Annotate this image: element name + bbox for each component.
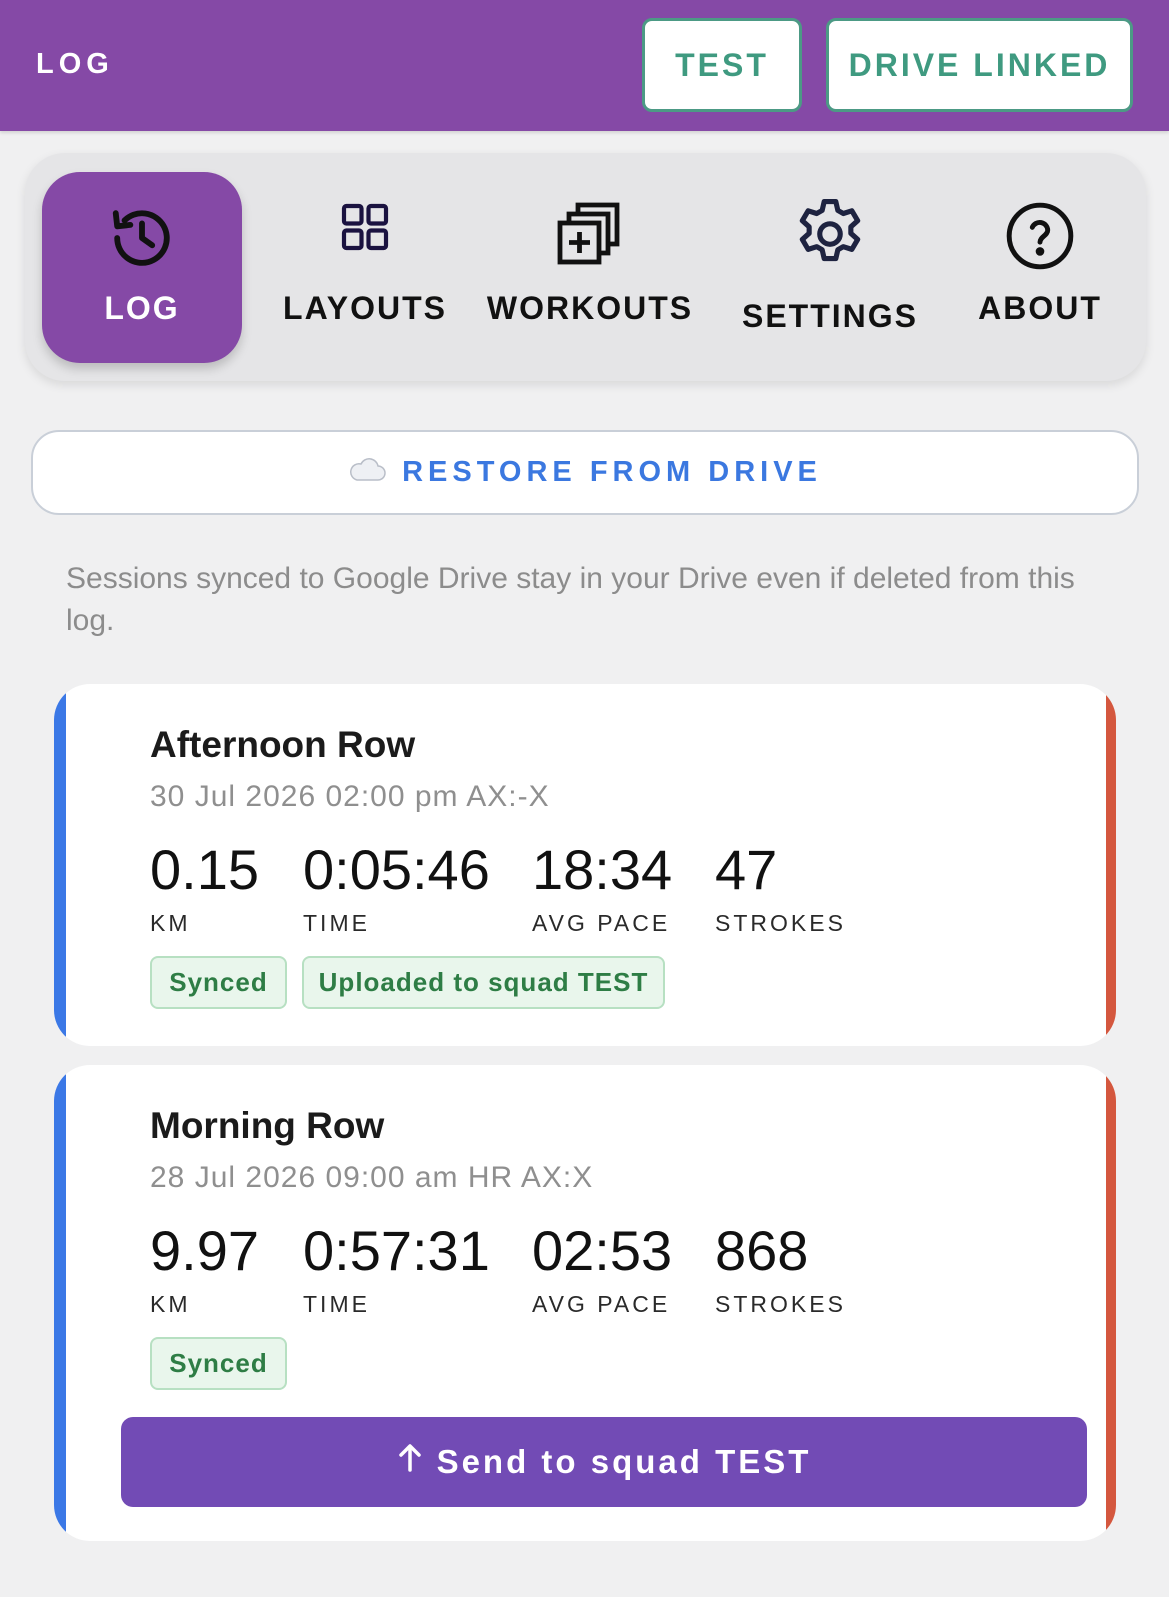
stat-strokes: 868 STROKES [715, 1221, 846, 1318]
stat-value: 868 [715, 1219, 809, 1282]
restore-label: RESTORE FROM DRIVE [402, 456, 822, 488]
stat-value: 0:57:31 [303, 1219, 490, 1282]
stat-label: AVG PACE [532, 910, 671, 936]
tab-about[interactable]: ABOUT [955, 153, 1125, 381]
stat-distance: 0.15 KM [150, 840, 259, 937]
tab-bar: LOG LAYOUTS WORKOUTS SETTINGS ABOUT [25, 153, 1146, 381]
stat-value: 0:05:46 [303, 838, 490, 901]
drive-info-text: Sessions synced to Google Drive stay in … [66, 562, 1075, 637]
help-circle-icon [1003, 199, 1077, 278]
test-squad-button[interactable]: TEST [642, 18, 802, 112]
tab-settings[interactable]: SETTINGS [725, 153, 935, 381]
send-button-label: Send to squad TEST [436, 1443, 812, 1480]
session-card-body: Morning Row 28 Jul 2026 09:00 am HR AX:X… [67, 1065, 1104, 1541]
stat-value: 47 [715, 838, 778, 901]
send-to-squad-button[interactable]: Send to squad TEST [121, 1417, 1087, 1507]
session-card[interactable]: Afternoon Row 30 Jul 2026 02:00 pm AX:-X… [54, 684, 1116, 1046]
tab-about-label: ABOUT [978, 290, 1102, 326]
stat-strokes: 47 STROKES [715, 840, 846, 937]
stat-label: STROKES [715, 910, 846, 936]
synced-badge: Synced [150, 956, 287, 1009]
app-title: LOG [36, 48, 114, 80]
session-card[interactable]: Morning Row 28 Jul 2026 09:00 am HR AX:X… [54, 1065, 1116, 1541]
stat-avg-pace: 18:34 AVG PACE [532, 840, 672, 937]
stat-label: KM [150, 910, 191, 936]
stat-label: TIME [303, 1291, 370, 1317]
stat-value: 02:53 [532, 1219, 673, 1282]
app-bar: LOG TEST DRIVE LINKED [0, 0, 1169, 131]
stat-label: AVG PACE [532, 1291, 671, 1317]
restore-from-drive-button[interactable]: RESTORE FROM DRIVE [31, 430, 1139, 515]
cloud-icon [348, 458, 386, 487]
stat-value: 0.15 [150, 838, 259, 901]
stat-label: STROKES [715, 1291, 846, 1317]
stat-time: 0:57:31 TIME [303, 1221, 490, 1318]
session-title: Afternoon Row [150, 724, 416, 765]
uploaded-badge: Uploaded to squad TEST [302, 956, 665, 1009]
stat-time: 0:05:46 TIME [303, 840, 490, 937]
session-title: Morning Row [150, 1105, 385, 1146]
stat-value: 18:34 [532, 838, 673, 901]
grid-icon [337, 199, 393, 260]
arrow-up-icon [397, 1443, 423, 1481]
session-meta: 28 Jul 2026 09:00 am HR AX:X [150, 1161, 594, 1194]
drive-linked-button[interactable]: DRIVE LINKED [826, 18, 1133, 112]
session-card-body: Afternoon Row 30 Jul 2026 02:00 pm AX:-X… [67, 684, 1104, 1046]
history-icon [107, 203, 177, 278]
tab-workouts-label: WORKOUTS [486, 290, 694, 326]
synced-badge: Synced [150, 1337, 287, 1390]
stat-avg-pace: 02:53 AVG PACE [532, 1221, 672, 1318]
tab-log[interactable]: LOG [42, 172, 242, 363]
session-meta: 30 Jul 2026 02:00 pm AX:-X [150, 780, 550, 813]
gear-icon [789, 193, 871, 280]
stat-label: KM [150, 1291, 191, 1317]
tab-layouts-label: LAYOUTS [283, 290, 447, 326]
stat-distance: 9.97 KM [150, 1221, 259, 1318]
stat-label: TIME [303, 910, 370, 936]
tab-settings-label: SETTINGS [741, 298, 918, 334]
tab-log-label: LOG [104, 290, 180, 326]
tab-workouts[interactable]: WORKOUTS [480, 153, 700, 381]
stacked-add-icon [554, 199, 626, 276]
stat-value: 9.97 [150, 1219, 259, 1282]
tab-layouts[interactable]: LAYOUTS [280, 153, 450, 381]
